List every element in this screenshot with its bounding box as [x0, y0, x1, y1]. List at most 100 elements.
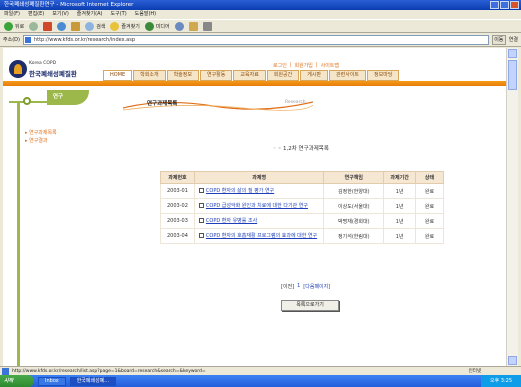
minimize-button[interactable]	[490, 1, 499, 9]
global-nav: HOME 학회소개 학술정보 연구활동 교육자료 회원공간 게시판 관련사이트 …	[103, 70, 400, 81]
row-status: 완료	[415, 213, 444, 229]
status-text: http://www.kfds.or.kr/research/list.asp?…	[12, 369, 206, 374]
section-title: 연구	[47, 90, 89, 105]
home-button[interactable]	[71, 21, 81, 31]
media-icon	[144, 21, 154, 31]
row-lead: 정기석(한림대)	[323, 228, 385, 244]
leftnav-link-results[interactable]: 연구결과	[25, 137, 47, 144]
scroll-up-icon[interactable]	[508, 49, 517, 58]
row-period: 1년	[383, 228, 417, 244]
row-title: COPD 환자의 삶의 질 평가 연구	[205, 188, 275, 194]
table-row: 2003-03 COPD 환자 유병률 조사 박명재(경희대) 1년 완료	[160, 213, 444, 229]
table-row: 2003-04 COPD 환자의 호흡재활 프로그램의 효과에 대한 연구 정기…	[160, 228, 444, 244]
media-button[interactable]: 미디어	[144, 21, 170, 31]
taskbar: 시작 Inbox 한국폐쇄성폐... 오후 3:25	[0, 375, 521, 387]
nav-research[interactable]: 연구활동	[199, 70, 233, 81]
row-lead: 이상도(서울대)	[323, 198, 385, 214]
taskbar-item-inbox[interactable]: Inbox	[38, 376, 66, 386]
address-input[interactable]: http://www.kfds.or.kr/research/index.asp	[22, 34, 489, 45]
menu-favorites[interactable]: 즐겨찾기(A)	[77, 10, 103, 19]
menu-tools[interactable]: 도구(T)	[111, 10, 127, 19]
home-icon	[71, 21, 81, 31]
media-label: 미디어	[155, 23, 170, 30]
col-title: 과제명	[193, 171, 325, 184]
mail-button[interactable]	[188, 21, 198, 31]
favorites-button[interactable]: 즐겨찾기	[110, 21, 140, 31]
section-heading: ◦ 1,2차 연구과제목록	[273, 144, 329, 152]
row-period: 1년	[383, 198, 417, 214]
sitemap-link[interactable]: 사이트맵	[321, 62, 339, 69]
pager-page[interactable]: 1	[297, 283, 300, 290]
nav-members[interactable]: 회원공간	[266, 70, 300, 81]
row-period: 1년	[383, 213, 417, 229]
menu-edit[interactable]: 편집(E)	[28, 10, 44, 19]
go-button[interactable]: 이동	[491, 34, 506, 45]
document-icon	[198, 203, 204, 208]
row-title-link[interactable]: COPD 급성악화 원인과 치료에 대한 다기관 연구	[193, 198, 325, 214]
signup-link[interactable]: 회원가입	[295, 62, 313, 69]
refresh-button[interactable]	[57, 21, 67, 31]
print-icon	[202, 21, 212, 31]
menu-bar: 파일(F) 편집(E) 보기(V) 즐겨찾기(A) 도구(T) 도움말(H)	[0, 10, 521, 19]
leftnav-link-projects[interactable]: 연구과제목록	[25, 129, 57, 136]
vertical-scrollbar[interactable]	[506, 48, 518, 366]
row-number: 2003-03	[160, 213, 195, 229]
back-button[interactable]: 뒤로	[4, 21, 25, 31]
print-button[interactable]	[202, 21, 212, 31]
back-label: 뒤로	[15, 23, 25, 30]
col-lead: 연구책임	[323, 171, 385, 184]
site-logo[interactable]: Korea COPD 한국폐쇄성폐질환	[9, 60, 99, 78]
menu-help[interactable]: 도움말(H)	[135, 10, 156, 19]
stop-icon	[43, 21, 53, 31]
nav-home[interactable]: HOME	[103, 70, 133, 81]
nav-info[interactable]: 정보마당	[367, 70, 400, 81]
scroll-down-icon[interactable]	[508, 356, 517, 365]
menu-view[interactable]: 보기(V)	[52, 10, 69, 19]
row-title: COPD 환자의 호흡재활 프로그램의 효과에 대한 연구	[205, 233, 318, 239]
history-icon	[174, 21, 184, 31]
security-zone: 인터넷	[468, 369, 481, 374]
login-link[interactable]: 로그인	[273, 62, 287, 69]
start-button[interactable]: 시작	[0, 375, 34, 387]
taskbar-item-browser[interactable]: 한국폐쇄성폐...	[69, 376, 117, 386]
menu-file[interactable]: 파일(F)	[4, 10, 20, 19]
nav-board[interactable]: 게시판	[300, 70, 329, 81]
nav-related[interactable]: 관련사이트	[329, 70, 367, 81]
scroll-thumb[interactable]	[508, 60, 517, 90]
table-header-row: 과제번호 과제명 연구책임 과제기간 상태	[160, 171, 444, 184]
nav-education[interactable]: 교육자료	[233, 70, 266, 81]
row-title-link[interactable]: COPD 환자의 호흡재활 프로그램의 효과에 대한 연구	[193, 228, 325, 244]
row-status: 완료	[415, 228, 444, 244]
back-to-list-button[interactable]: 목록으로가기	[281, 300, 339, 311]
search-button[interactable]: 검색	[85, 21, 106, 31]
page-viewport: Korea COPD 한국폐쇄성폐질환 로그인 | 회원가입 | 사이트맵 HOME…	[3, 48, 506, 366]
row-title-link[interactable]: COPD 환자 유병률 조사	[193, 213, 325, 229]
row-title-link[interactable]: COPD 환자의 삶의 질 평가 연구	[193, 183, 325, 199]
table-row: 2003-01 COPD 환자의 삶의 질 평가 연구 김정한(한양대) 1년 …	[160, 183, 444, 199]
links-label[interactable]: 연결	[509, 36, 518, 43]
pager-prev[interactable]: [이전]	[281, 283, 294, 290]
left-nav-rail	[17, 101, 20, 366]
col-status: 상태	[415, 171, 444, 184]
document-icon	[198, 188, 204, 193]
nav-academic[interactable]: 학술정보	[166, 70, 199, 81]
refresh-icon	[57, 21, 67, 31]
page-status-icon	[2, 368, 9, 375]
banner-subtitle: Research	[285, 100, 306, 105]
search-label: 검색	[96, 23, 106, 30]
page-title: 연구과제목록	[147, 101, 178, 107]
pager-next[interactable]: [다음페이지]	[303, 283, 330, 290]
stop-button[interactable]	[43, 21, 53, 31]
forward-button[interactable]	[29, 21, 39, 31]
address-label: 주소(D)	[3, 37, 20, 43]
maximize-button[interactable]	[500, 1, 509, 9]
favorites-label: 즐겨찾기	[121, 23, 140, 30]
back-arrow-icon	[4, 21, 13, 31]
nav-about[interactable]: 학회소개	[133, 70, 166, 81]
table-row: 2003-02 COPD 급성악화 원인과 치료에 대한 다기관 연구 이상도(…	[160, 198, 444, 214]
close-button[interactable]	[510, 1, 519, 9]
project-table: 과제번호 과제명 연구책임 과제기간 상태 2003-01 COPD 환자의 삶…	[160, 171, 444, 244]
browser-toolbar: 뒤로 검색 즐겨찾기 미디어	[0, 19, 521, 33]
address-bar: 주소(D) http://www.kfds.or.kr/research/ind…	[0, 33, 521, 47]
history-button[interactable]	[174, 21, 184, 31]
